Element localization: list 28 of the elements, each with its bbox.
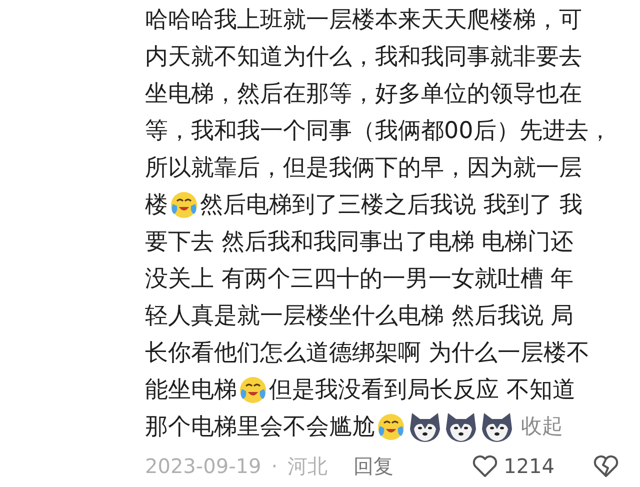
reply-button[interactable]: 回复 (354, 451, 394, 481)
husky-emoji-icon (480, 410, 514, 442)
comment-date: 2023-09-19 (145, 453, 262, 480)
comment-text: 然后电梯到了三楼之后我说 我到了 我 (200, 190, 583, 220)
comment-text: 等，我和我一个同事（我俩都00后）先进去， (145, 116, 612, 146)
comment-text: 轻人真是就一层楼坐什么电梯 然后我说 局 (145, 302, 574, 330)
husky-emoji-icon (444, 410, 478, 442)
laughing-tears-emoji-icon (238, 374, 268, 404)
comment-text: 能坐电梯 (145, 376, 237, 404)
comment-text: 没关上 有两个三四十的一男一女就吐槽 年 (145, 264, 574, 294)
like-count: 1214 (504, 453, 554, 480)
comment-text: 内天就不知道为什么，我和我同事就非要去 (145, 42, 582, 72)
husky-emoji-icon (408, 410, 442, 442)
broken-heart-icon[interactable] (592, 454, 618, 478)
separator-dot: · (271, 453, 278, 480)
laughing-tears-emoji-icon (376, 412, 406, 442)
heart-icon[interactable] (472, 454, 498, 478)
comment-text: 所以就靠后，但是我俩下的早，因为就一层 (145, 154, 582, 182)
comment-text: 长你看他们怎么道德绑架啊 为什么一层楼不 (145, 338, 590, 368)
comment-text: 但是我没看到局长反应 不知道 (269, 376, 576, 404)
comment-text: 坐电梯，然后在那等，好多单位的领导也在 (145, 80, 582, 108)
comment-text: 楼 (145, 190, 168, 220)
laughing-tears-emoji-icon (169, 190, 199, 220)
collapse-link[interactable]: 收起 (521, 410, 563, 442)
comment-text: 要下去 然后我和我同事出了电梯 电梯门还 (145, 228, 574, 256)
comment-text: 那个电梯里会不会尴尬 (145, 412, 375, 442)
comment-text: 哈哈哈我上班就一层楼本来天天爬楼梯，可 (145, 6, 582, 34)
comment-location: 河北 (288, 453, 328, 480)
